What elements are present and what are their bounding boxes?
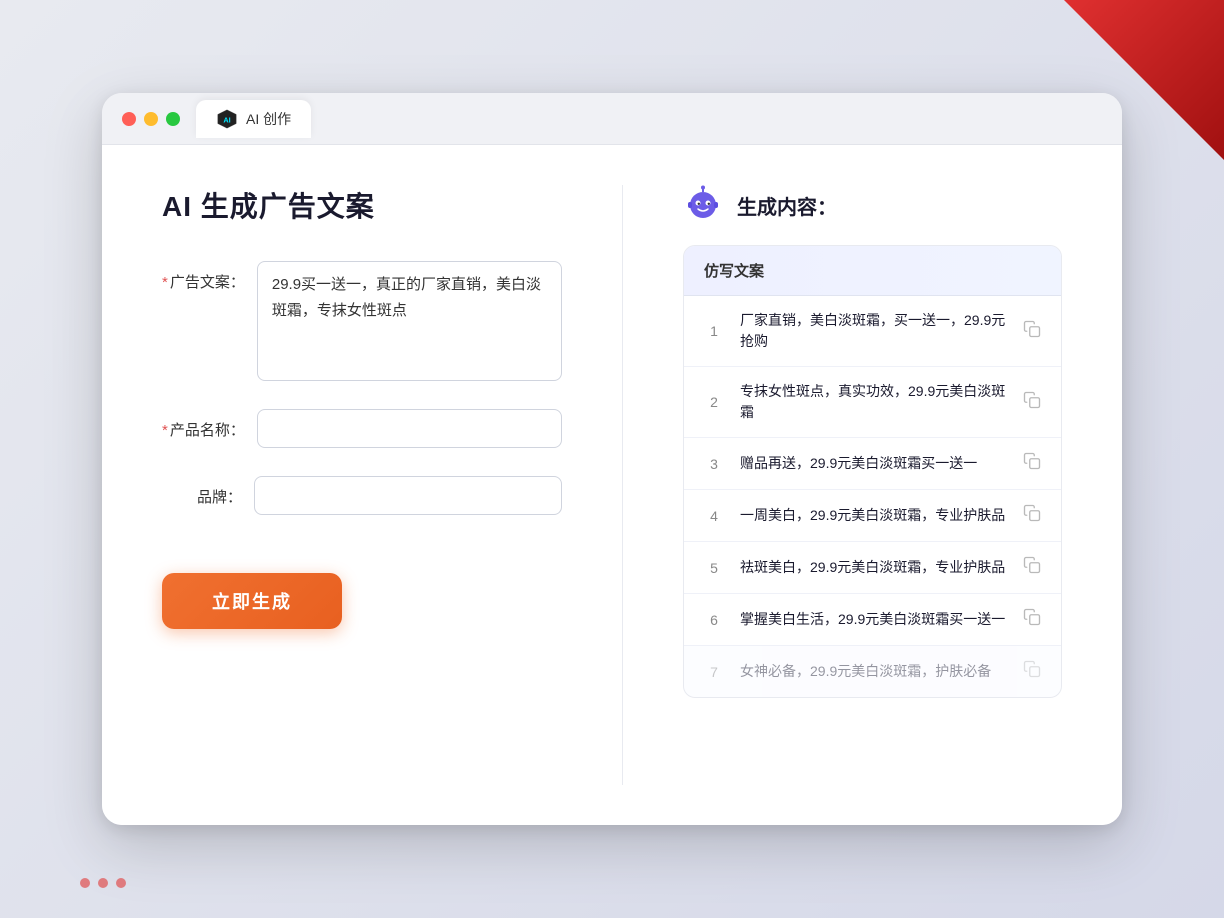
brand-label: 品牌： [162,476,242,507]
result-row: 7 女神必备，29.9元美白淡斑霜，护肤必备 [684,646,1061,697]
ad-copy-input[interactable]: 29.9买一送一，真正的厂家直销，美白淡斑霜，专抹女性斑点 [257,261,562,381]
result-text: 一周美白，29.9元美白淡斑霜，专业护肤品 [740,505,1007,526]
copy-icon[interactable] [1023,391,1041,414]
browser-window: AI AI 创作 AI 生成广告文案 *广告文案： 29.9买一送一，真正的厂家… [102,93,1122,825]
right-panel: 生成内容： 仿写文案 1 厂家直销，美白淡斑霜，买一送一，29.9元抢购 2 专抹女性… [683,185,1062,785]
maximize-button[interactable] [166,112,180,126]
result-row: 4 一周美白，29.9元美白淡斑霜，专业护肤品 [684,490,1061,542]
result-text: 厂家直销，美白淡斑霜，买一送一，29.9元抢购 [740,310,1007,352]
page-title: AI 生成广告文案 [162,185,562,225]
copy-icon[interactable] [1023,608,1041,631]
bot-icon [683,185,723,225]
result-row: 1 厂家直销，美白淡斑霜，买一送一，29.9元抢购 [684,296,1061,367]
copy-icon[interactable] [1023,556,1041,579]
ai-tab-icon: AI [216,108,238,130]
close-button[interactable] [122,112,136,126]
copy-icon[interactable] [1023,660,1041,683]
result-number: 1 [704,323,724,339]
product-name-label: *产品名称： [162,409,245,440]
result-row: 3 赠品再送，29.9元美白淡斑霜买一送一 [684,438,1061,490]
result-row: 6 掌握美白生活，29.9元美白淡斑霜买一送一 [684,594,1061,646]
right-title: 生成内容： [737,191,837,220]
result-text: 掌握美白生活，29.9元美白淡斑霜买一送一 [740,609,1007,630]
result-text: 祛斑美白，29.9元美白淡斑霜，专业护肤品 [740,557,1007,578]
result-number: 3 [704,456,724,472]
copy-icon[interactable] [1023,320,1041,343]
results-list: 1 厂家直销，美白淡斑霜，买一送一，29.9元抢购 2 专抹女性斑点，真实功效，29.… [684,296,1061,697]
product-name-group: *产品名称： 美白淡斑霜 [162,409,562,448]
copy-icon[interactable] [1023,504,1041,527]
brand-group: 品牌： 好白 [162,476,562,515]
ai-tab[interactable]: AI AI 创作 [196,100,311,138]
left-panel: AI 生成广告文案 *广告文案： 29.9买一送一，真正的厂家直销，美白淡斑霜，… [162,185,562,785]
result-text: 赠品再送，29.9元美白淡斑霜买一送一 [740,453,1007,474]
panel-divider [622,185,623,785]
result-row: 2 专抹女性斑点，真实功效，29.9元美白淡斑霜 [684,367,1061,438]
result-number: 4 [704,508,724,524]
minimize-button[interactable] [144,112,158,126]
svg-text:AI: AI [223,115,230,124]
ad-copy-label: *广告文案： [162,261,245,292]
result-number: 7 [704,664,724,680]
result-text: 女神必备，29.9元美白淡斑霜，护肤必备 [740,661,1007,682]
right-header: 生成内容： [683,185,1062,225]
product-name-input[interactable]: 美白淡斑霜 [257,409,562,448]
result-number: 5 [704,560,724,576]
result-number: 2 [704,394,724,410]
results-container: 仿写文案 1 厂家直销，美白淡斑霜，买一送一，29.9元抢购 2 专抹女性斑点，真实功… [683,245,1062,698]
traffic-lights [122,112,180,126]
results-header: 仿写文案 [684,246,1061,296]
tab-label: AI 创作 [246,109,291,129]
ad-copy-group: *广告文案： 29.9买一送一，真正的厂家直销，美白淡斑霜，专抹女性斑点 [162,261,562,381]
required-star-product: * [162,422,168,439]
decorative-dots [80,878,126,888]
copy-icon[interactable] [1023,452,1041,475]
result-text: 专抹女性斑点，真实功效，29.9元美白淡斑霜 [740,381,1007,423]
brand-input[interactable]: 好白 [254,476,562,515]
title-bar: AI AI 创作 [102,93,1122,145]
result-number: 6 [704,612,724,628]
required-star-ad: * [162,274,168,291]
content-area: AI 生成广告文案 *广告文案： 29.9买一送一，真正的厂家直销，美白淡斑霜，… [102,145,1122,825]
generate-button[interactable]: 立即生成 [162,573,342,629]
result-row: 5 祛斑美白，29.9元美白淡斑霜，专业护肤品 [684,542,1061,594]
